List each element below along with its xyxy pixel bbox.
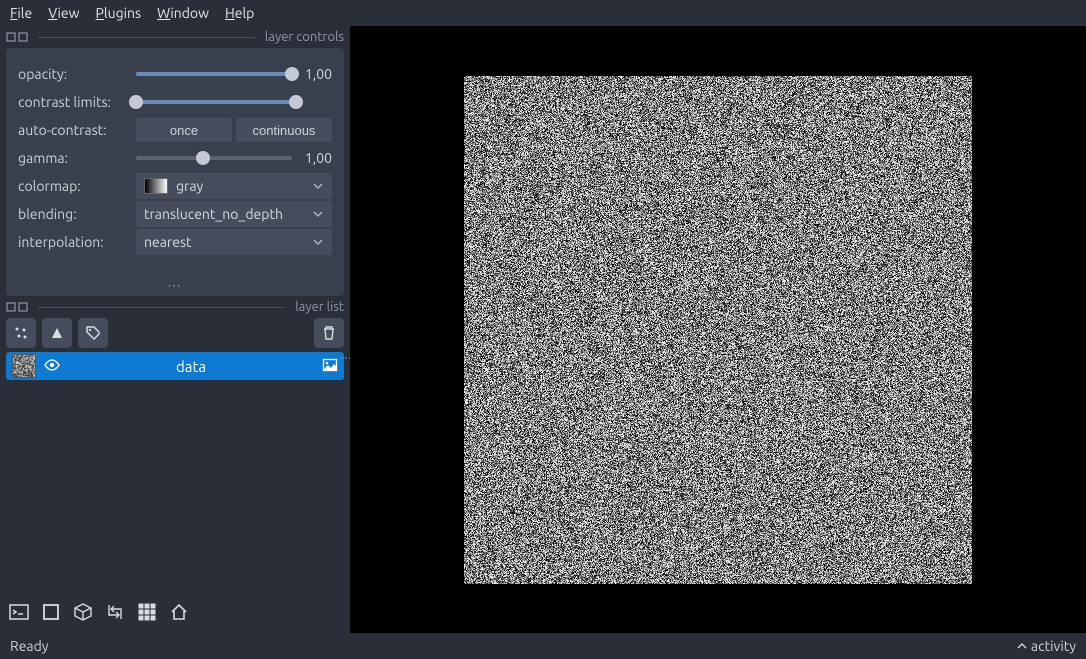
menubar: File View Plugins Window Help: [0, 0, 1086, 26]
interpolation-label: interpolation:: [18, 234, 128, 250]
status-text: Ready: [10, 638, 49, 654]
ndisplay-3d-button[interactable]: [70, 599, 96, 625]
colormap-gradient-icon: [144, 178, 168, 194]
layer-list-title: layer list: [295, 300, 344, 314]
gamma-value: 1,00: [296, 150, 332, 166]
layer-thumbnail: [12, 354, 36, 378]
undock-icon[interactable]: [6, 32, 16, 42]
layer-controls-header: layer controls: [6, 30, 344, 44]
visibility-toggle-icon[interactable]: [44, 357, 60, 376]
autocontrast-once-button[interactable]: once: [136, 118, 232, 142]
menu-plugins[interactable]: Plugins: [96, 5, 142, 21]
grid-mode-button[interactable]: [134, 599, 160, 625]
chevron-down-icon: [312, 208, 324, 220]
statusbar: Ready activity: [0, 633, 1086, 659]
opacity-value: 1,00: [296, 66, 332, 82]
console-button[interactable]: [6, 599, 32, 625]
chevron-up-icon: [1017, 641, 1027, 651]
gamma-label: gamma:: [18, 150, 128, 166]
menu-help[interactable]: Help: [225, 5, 254, 21]
new-shapes-layer-button[interactable]: [42, 318, 72, 348]
menu-view[interactable]: View: [48, 5, 79, 21]
ndisplay-2d-button[interactable]: [38, 599, 64, 625]
new-labels-layer-button[interactable]: [78, 318, 108, 348]
chevron-down-icon: [312, 180, 324, 192]
viewer-buttons: [6, 597, 344, 627]
contrast-limits-label: contrast limits:: [18, 94, 128, 110]
new-points-layer-button[interactable]: [6, 318, 36, 348]
roll-dims-button[interactable]: [102, 599, 128, 625]
menu-window[interactable]: Window: [157, 5, 209, 21]
image-display: [464, 76, 972, 584]
delete-layer-button[interactable]: [314, 318, 344, 348]
contrast-limits-slider[interactable]: [136, 95, 296, 109]
layer-controls-title: layer controls: [265, 30, 344, 44]
layer-name[interactable]: data: [68, 358, 314, 375]
blending-label: blending:: [18, 206, 128, 222]
layer-list-toolbar: [6, 318, 344, 348]
close-panel-icon[interactable]: [18, 32, 28, 42]
layer-list-header: layer list: [6, 300, 344, 314]
home-button[interactable]: [166, 599, 192, 625]
viewer-canvas[interactable]: [350, 26, 1086, 633]
interpolation-dropdown[interactable]: nearest: [136, 229, 332, 255]
activity-button[interactable]: activity: [1017, 638, 1076, 654]
menu-file[interactable]: File: [10, 5, 32, 21]
undock-icon[interactable]: [6, 302, 16, 312]
gamma-slider[interactable]: [136, 151, 292, 165]
layer-controls-panel: opacity: 1,00 contrast limits:: [6, 48, 344, 296]
close-panel-icon[interactable]: [18, 302, 28, 312]
resize-handle-icon[interactable]: ⋯: [167, 277, 183, 294]
colormap-label: colormap:: [18, 178, 128, 194]
chevron-down-icon: [312, 236, 324, 248]
autocontrast-label: auto-contrast:: [18, 122, 128, 138]
opacity-slider[interactable]: [136, 67, 292, 81]
autocontrast-continuous-button[interactable]: continuous: [236, 118, 332, 142]
colormap-dropdown[interactable]: gray: [136, 173, 332, 199]
opacity-label: opacity:: [18, 66, 128, 82]
image-layer-icon: [322, 357, 338, 376]
blending-dropdown[interactable]: translucent_no_depth: [136, 201, 332, 227]
layer-item[interactable]: data: [6, 352, 344, 380]
